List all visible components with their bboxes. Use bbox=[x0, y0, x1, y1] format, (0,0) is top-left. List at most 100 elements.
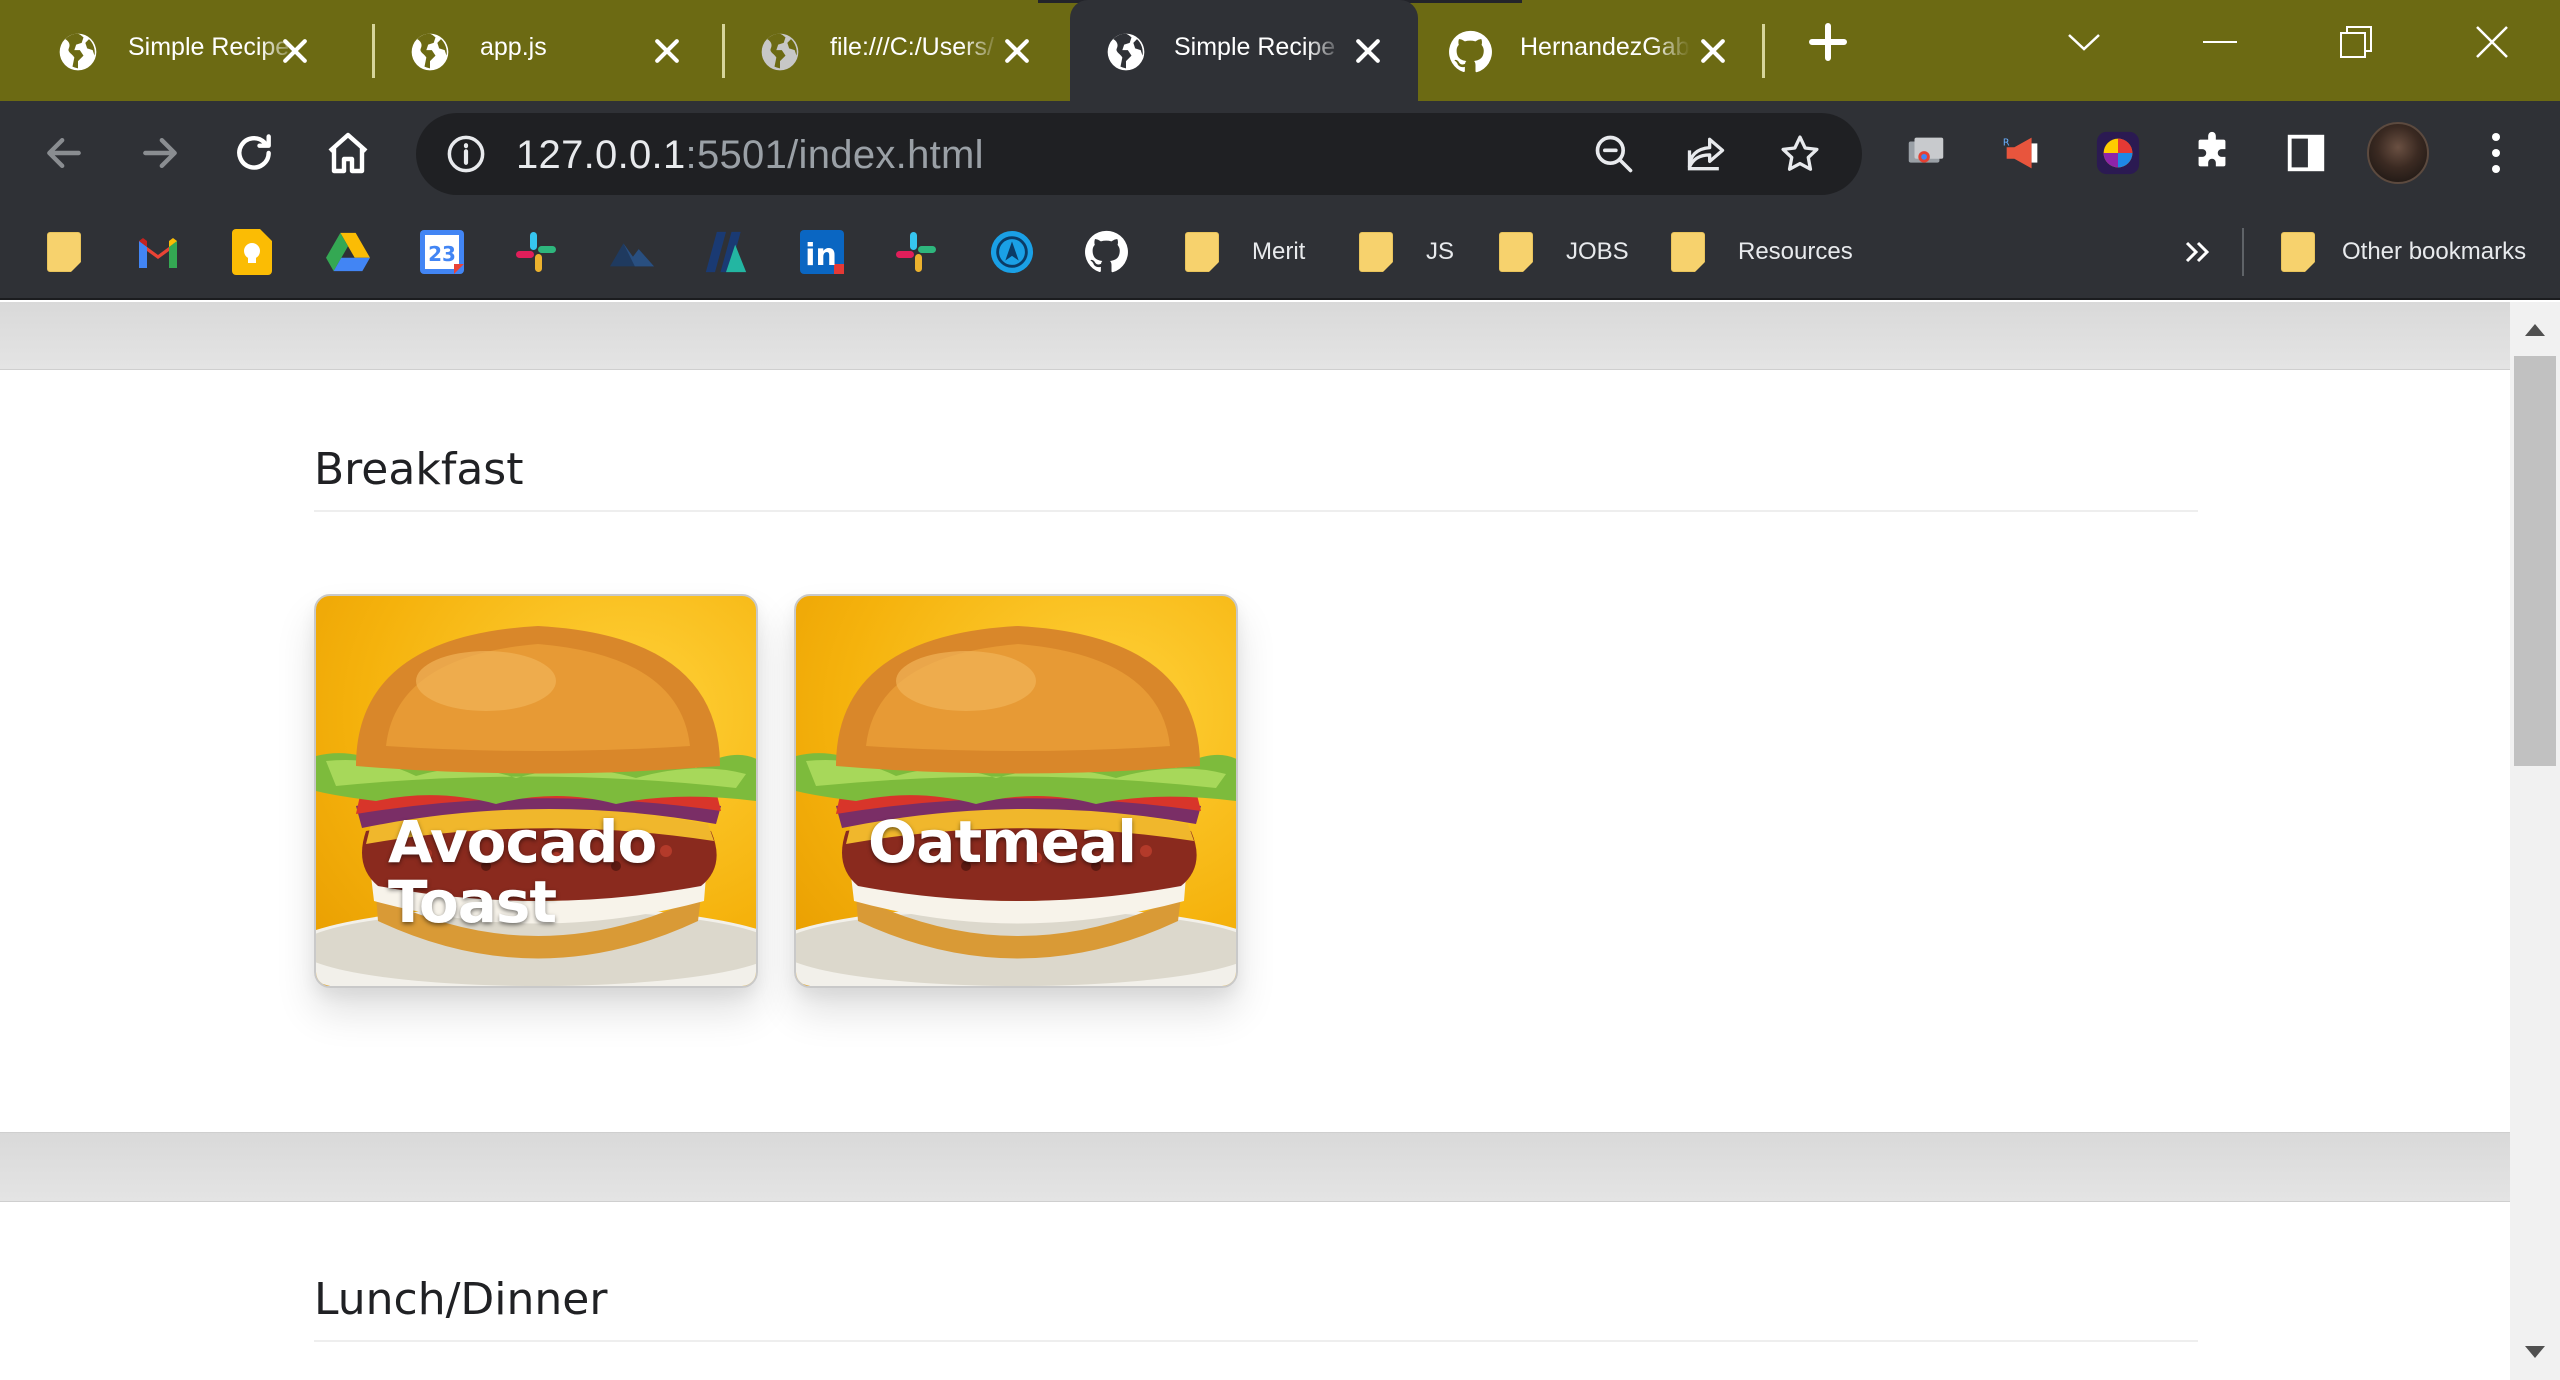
minimize-icon bbox=[2203, 41, 2237, 43]
close-icon[interactable] bbox=[1348, 31, 1388, 71]
film-icon bbox=[704, 228, 748, 276]
bookmark-gmail[interactable] bbox=[136, 227, 180, 277]
recipe-card-avocado-toast[interactable]: Avocado Toast bbox=[314, 594, 758, 988]
bookmark-label: Resources bbox=[1738, 238, 1853, 265]
bookmark-drive[interactable] bbox=[326, 227, 370, 277]
tab-title: Simple Recipe Book bbox=[1174, 33, 1344, 61]
address-bar[interactable]: 127.0.0.1:5501/index.html bbox=[416, 113, 1862, 195]
recipe-card-title: Avocado Toast bbox=[388, 808, 657, 936]
tab-strip: Simple Recipe Book app.js file:///C:/Use… bbox=[0, 0, 2560, 101]
avatar bbox=[2367, 122, 2429, 184]
keep-icon bbox=[230, 228, 274, 276]
tab-title: file:///C:/Users/ bbox=[830, 33, 994, 61]
tab-title: HernandezGabriel bbox=[1520, 33, 1690, 61]
more-bookmarks-button[interactable] bbox=[2176, 227, 2220, 277]
folder-icon bbox=[2276, 228, 2320, 276]
extension-announce-button[interactable]: R bbox=[1990, 121, 2054, 185]
svg-text:R: R bbox=[2003, 137, 2010, 148]
folder-icon bbox=[1666, 228, 1710, 276]
colorwheel-icon bbox=[2096, 131, 2140, 175]
window-close-button[interactable] bbox=[2452, 12, 2532, 72]
extension-cast-button[interactable] bbox=[1894, 121, 1958, 185]
bookmark-slack[interactable] bbox=[514, 227, 558, 277]
forward-button[interactable] bbox=[128, 121, 192, 185]
restore-icon bbox=[2340, 26, 2372, 58]
github-icon bbox=[1448, 30, 1492, 74]
scroll-up-button[interactable] bbox=[2510, 310, 2560, 350]
close-icon bbox=[2476, 26, 2508, 58]
recipe-card-oatmeal[interactable]: Oatmeal bbox=[794, 594, 1238, 988]
folder-icon bbox=[1494, 228, 1538, 276]
github-icon bbox=[1084, 228, 1128, 276]
url-path: :5501/index.html bbox=[685, 133, 984, 177]
kebab-menu-icon bbox=[2492, 133, 2500, 173]
arrow-left-icon bbox=[47, 137, 81, 169]
svg-text:23: 23 bbox=[428, 242, 456, 266]
bookmark-jobs[interactable]: JOBS bbox=[1494, 227, 1629, 277]
info-icon[interactable] bbox=[438, 126, 494, 182]
bookmark-merit[interactable]: Merit bbox=[1180, 227, 1305, 277]
extension-color-button[interactable] bbox=[2086, 121, 2150, 185]
extensions-button[interactable] bbox=[2180, 121, 2244, 185]
drive-icon bbox=[326, 228, 370, 276]
reload-icon bbox=[237, 134, 271, 170]
bookmark-resources[interactable]: Resources bbox=[1666, 227, 1853, 277]
bookmark-slack-2[interactable] bbox=[894, 227, 938, 277]
tab-search-button[interactable] bbox=[2044, 12, 2124, 72]
back-button[interactable] bbox=[32, 121, 96, 185]
triangle-down-icon bbox=[2525, 1346, 2545, 1358]
home-icon bbox=[328, 132, 368, 174]
bookmark-compass[interactable] bbox=[990, 227, 1034, 277]
minimize-button[interactable] bbox=[2180, 12, 2260, 72]
globe-icon bbox=[408, 30, 452, 74]
menu-button[interactable] bbox=[2464, 121, 2528, 185]
scrollbar-thumb[interactable] bbox=[2514, 356, 2556, 766]
close-icon[interactable] bbox=[647, 31, 687, 71]
linkedin-icon: in bbox=[800, 228, 844, 276]
tab-file[interactable]: file:///C:/Users/ bbox=[722, 0, 1067, 101]
url-host: 127.0.0.1 bbox=[516, 133, 686, 177]
tab-github[interactable]: HernandezGabriel bbox=[1418, 0, 1763, 101]
home-button[interactable] bbox=[316, 121, 380, 185]
reload-button[interactable] bbox=[222, 121, 286, 185]
profile-button[interactable] bbox=[2366, 121, 2430, 185]
plus-icon bbox=[1809, 23, 1847, 61]
url-text[interactable]: 127.0.0.1:5501/index.html bbox=[516, 133, 984, 178]
bookmark-github[interactable] bbox=[1084, 227, 1128, 277]
close-icon[interactable] bbox=[275, 31, 315, 71]
bookmark-folder[interactable] bbox=[42, 227, 86, 277]
side-panel-button[interactable] bbox=[2274, 121, 2338, 185]
bookmark-js[interactable]: JS bbox=[1354, 227, 1454, 277]
share-icon[interactable] bbox=[1678, 126, 1734, 182]
bookmark-calendar[interactable]: 23 bbox=[420, 227, 464, 277]
new-tab-button[interactable] bbox=[1788, 12, 1868, 72]
globe-icon bbox=[56, 30, 100, 74]
bookmark-mountain[interactable] bbox=[610, 227, 654, 277]
vertical-scrollbar[interactable] bbox=[2510, 302, 2560, 1380]
scroll-down-button[interactable] bbox=[2510, 1332, 2560, 1372]
section-divider bbox=[314, 1340, 2198, 1342]
star-icon[interactable] bbox=[1772, 126, 1828, 182]
arrow-right-icon bbox=[143, 137, 177, 169]
bookmark-linkedin[interactable]: in bbox=[800, 227, 844, 277]
tab-simple-recipe-1[interactable]: Simple Recipe Book bbox=[0, 0, 345, 101]
restore-button[interactable] bbox=[2316, 12, 2396, 72]
folder-icon bbox=[1180, 228, 1224, 276]
tab-app-js[interactable]: app.js bbox=[372, 0, 717, 101]
toolbar: 127.0.0.1:5501/index.html R bbox=[0, 101, 2560, 206]
compass-icon bbox=[990, 228, 1034, 276]
burger-image bbox=[796, 626, 1236, 986]
bookmark-film[interactable] bbox=[704, 227, 748, 277]
chevron-down-icon bbox=[2068, 34, 2100, 51]
close-icon[interactable] bbox=[997, 31, 1037, 71]
close-icon[interactable] bbox=[1693, 31, 1733, 71]
tab-title: app.js bbox=[480, 33, 547, 61]
svg-text:in: in bbox=[805, 238, 837, 273]
slack-icon bbox=[514, 228, 558, 276]
bookmark-keep[interactable] bbox=[230, 227, 274, 277]
other-bookmarks[interactable]: Other bookmarks bbox=[2276, 227, 2526, 277]
zoom-icon[interactable] bbox=[1586, 126, 1642, 182]
folder-icon bbox=[1354, 228, 1398, 276]
globe-icon bbox=[758, 30, 802, 74]
tab-simple-recipe-active[interactable]: Simple Recipe Book bbox=[1070, 0, 1418, 101]
